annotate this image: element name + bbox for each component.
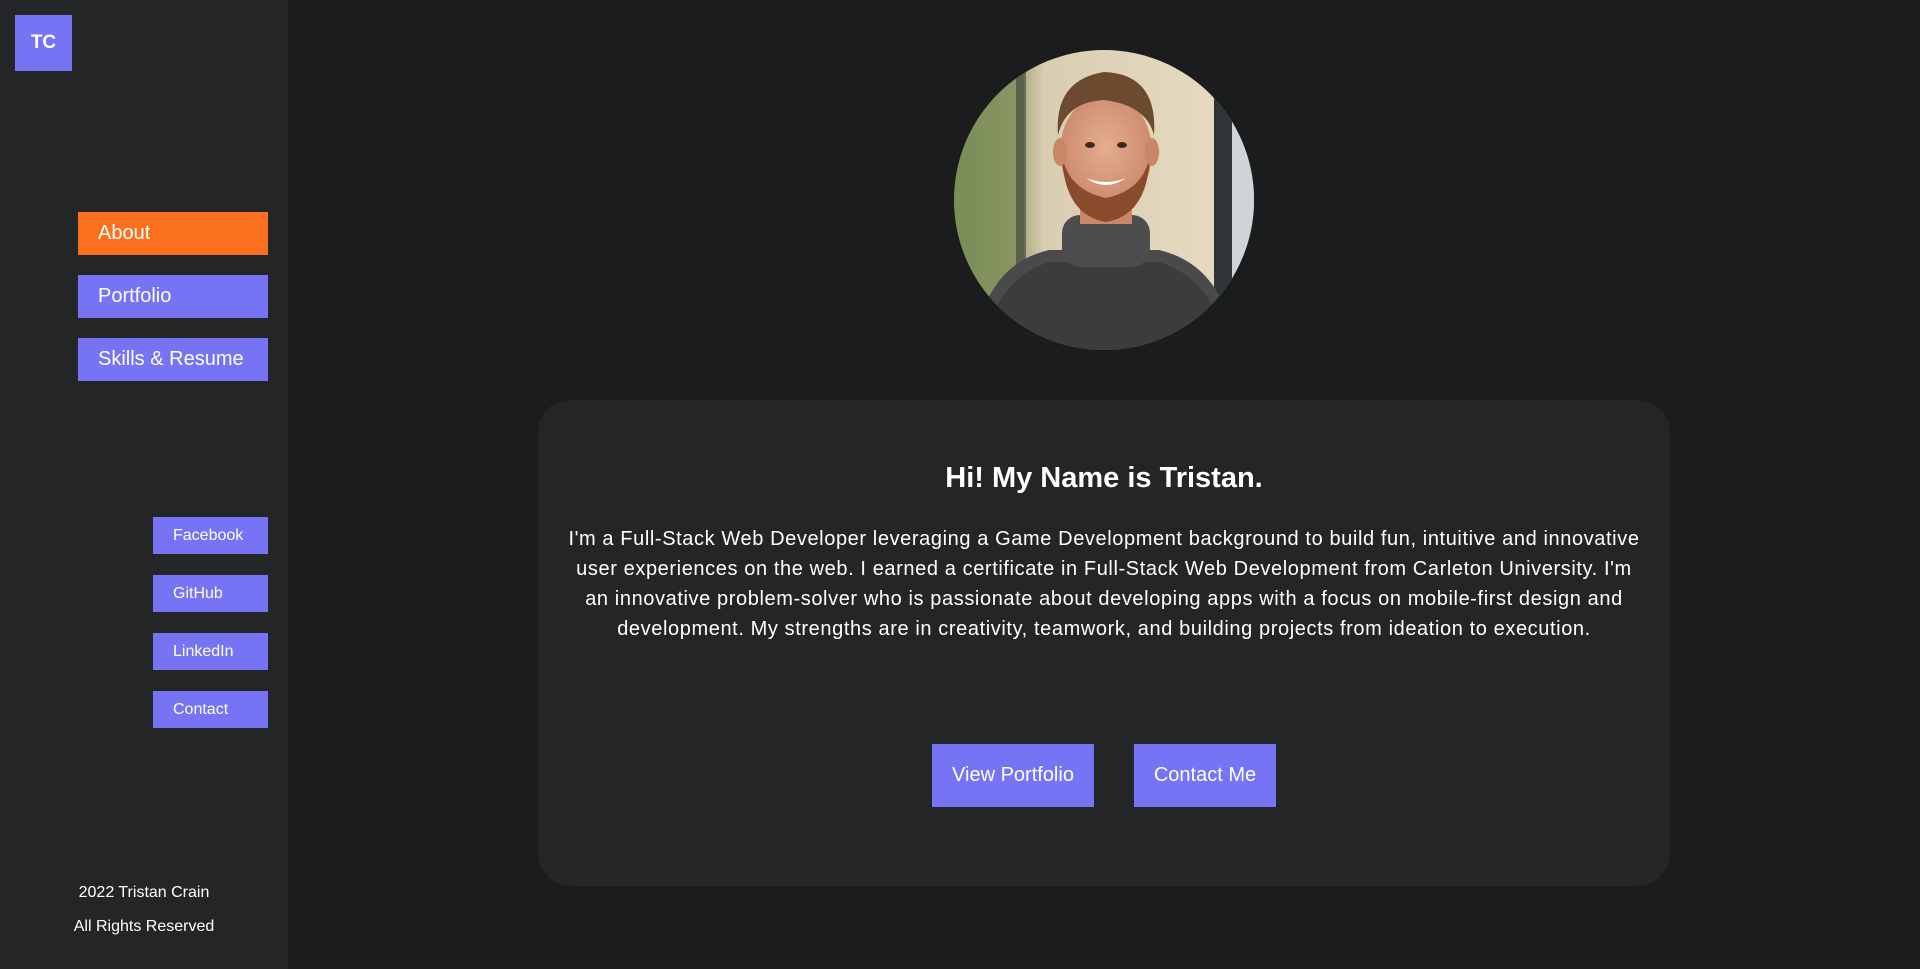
linkedin-link[interactable]: LinkedIn [153, 633, 268, 670]
github-link[interactable]: GitHub [153, 575, 268, 612]
facebook-link[interactable]: Facebook [153, 517, 268, 554]
profile-photo [954, 50, 1254, 350]
logo[interactable]: TC [15, 15, 72, 71]
nav-about-button[interactable]: About [78, 212, 268, 255]
nav-skills-resume-button[interactable]: Skills & Resume [78, 338, 268, 381]
bio-text: I'm a Full-Stack Web Developer leveragin… [568, 528, 1640, 640]
about-card: Hi! My Name is Tristan. I'm a Full-Stack… [538, 400, 1670, 886]
nav-portfolio-button[interactable]: Portfolio [78, 275, 268, 318]
view-portfolio-button[interactable]: View Portfolio [932, 744, 1094, 807]
rights-reserved-text: All Rights Reserved [73, 918, 215, 935]
page-title: Hi! My Name is Tristan. [945, 462, 1263, 494]
sidebar: TC About Portfolio Skills & Resume Faceb… [0, 0, 288, 969]
copyright-text: 2022 Tristan Crain [78, 884, 210, 901]
contact-me-button[interactable]: Contact Me [1134, 744, 1276, 807]
contact-link[interactable]: Contact [153, 691, 268, 728]
